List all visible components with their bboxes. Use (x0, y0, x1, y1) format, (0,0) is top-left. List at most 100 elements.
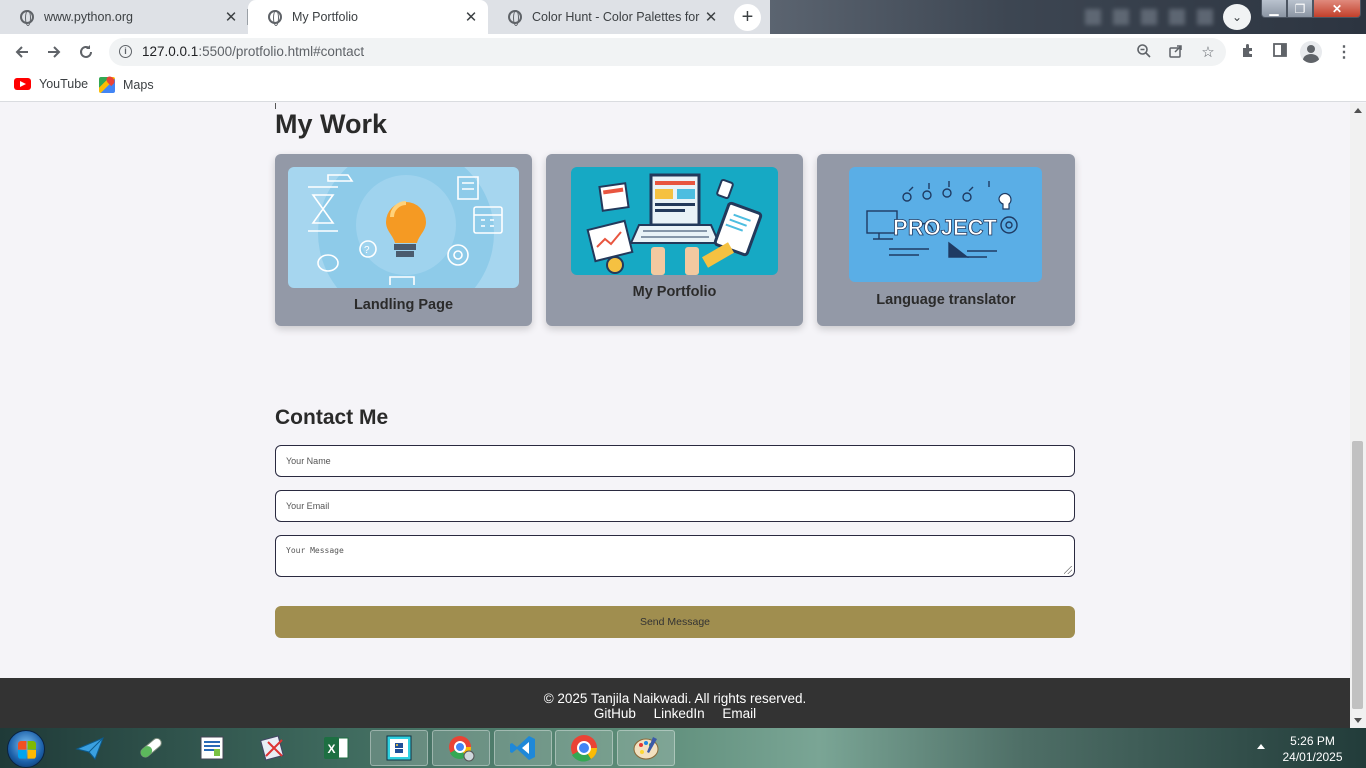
email-placeholder: Your Email (286, 501, 330, 511)
scroll-up-arrow-icon[interactable] (1354, 108, 1362, 113)
copyright-text: © 2025 Tanjila Naikwadi. All rights rese… (543, 691, 807, 706)
project-label: My Portfolio (632, 284, 717, 300)
tab-strip: www.python.org ✕ My Portfolio ✕ Color Hu… (0, 0, 1366, 34)
scissors-app-button[interactable] (244, 730, 302, 766)
back-arrow-icon (15, 46, 28, 58)
new-tab-button[interactable]: + (734, 4, 761, 31)
footer-links: GitHub LinkedIn Email (0, 706, 1350, 721)
laptop-workspace-illustration (571, 167, 778, 275)
site-info-icon[interactable]: i (119, 45, 132, 58)
clock-date: 24/01/2025 (1282, 750, 1343, 764)
tab-my-portfolio[interactable]: My Portfolio ✕ (248, 0, 488, 34)
bookmark-label: YouTube (39, 77, 89, 91)
contact-me-heading: Contact Me (275, 406, 389, 429)
paper-plane-app-button[interactable] (61, 730, 119, 766)
project-label: Landling Page (353, 297, 454, 313)
menu-kebab-icon[interactable]: ⋮ (1334, 42, 1354, 62)
lightbulb-illustration: ? (288, 167, 519, 288)
close-tab-icon[interactable]: ✕ (702, 8, 720, 26)
name-field[interactable]: Your Name (275, 445, 1075, 477)
page-footer: © 2025 Tanjila Naikwadi. All rights rese… (0, 678, 1350, 728)
zoom-icon[interactable] (1134, 43, 1154, 61)
url-text: 127.0.0.1:5500/protfolio.html#contact (142, 44, 365, 59)
show-hidden-icons-icon[interactable] (1257, 744, 1265, 749)
email-field[interactable]: Your Email (275, 490, 1075, 522)
excel-icon: X (324, 737, 349, 759)
bookmark-label: Maps (123, 78, 154, 92)
document-app-button[interactable] (183, 730, 241, 766)
my-work-heading: My Work (275, 109, 388, 139)
paint-palette-icon (633, 737, 659, 760)
bookmark-youtube[interactable]: YouTube (14, 77, 88, 91)
tab-title: www.python.org (44, 10, 133, 24)
page-scrollbar[interactable] (1350, 103, 1366, 728)
background-window-blur (1085, 9, 1215, 25)
windows-taskbar: X 5:26 PM 24/01/2025 (0, 728, 1366, 768)
svg-text:?: ? (364, 245, 370, 256)
globe-icon (20, 10, 34, 26)
page-viewport: My Work ? Landling Page My Portfolio PRO… (0, 103, 1350, 728)
resize-handle-icon[interactable] (1064, 566, 1072, 574)
forward-button[interactable] (42, 41, 66, 63)
email-link[interactable]: Email (722, 706, 756, 721)
chrome-app-button[interactable] (555, 730, 613, 766)
forward-arrow-icon (48, 46, 61, 58)
maximize-button[interactable]: ❐ (1287, 0, 1313, 18)
scroll-down-arrow-icon[interactable] (1354, 718, 1362, 723)
start-button[interactable] (7, 730, 45, 768)
project-card-landing-page[interactable]: ? Landling Page (275, 154, 532, 326)
back-button[interactable] (10, 41, 34, 63)
paint-app-button[interactable] (617, 730, 675, 766)
project-card-language-translator[interactable]: PROJECT Language translator (817, 154, 1075, 326)
chrome-user-icon (449, 736, 475, 762)
excel-app-button[interactable]: X (307, 730, 365, 766)
profile-avatar-icon[interactable] (1300, 41, 1322, 63)
project-card-my-portfolio[interactable]: My Portfolio (546, 154, 803, 326)
python-idle-app-button[interactable] (370, 730, 428, 766)
tab-search-button[interactable]: ⌄ (1223, 4, 1251, 30)
browser-toolbar: i 127.0.0.1:5500/protfolio.html#contact … (0, 34, 1366, 70)
tab-python[interactable]: www.python.org ✕ (0, 0, 248, 34)
globe-icon (268, 10, 282, 26)
message-placeholder: Your Message (286, 546, 344, 555)
name-placeholder: Your Name (286, 456, 331, 466)
tab-title: My Portfolio (292, 10, 358, 24)
pill-app-button[interactable] (121, 730, 179, 766)
project-banner-illustration: PROJECT (849, 167, 1042, 282)
youtube-icon (14, 78, 31, 90)
bookmark-star-icon[interactable]: ☆ (1198, 43, 1218, 61)
chrome-icon (571, 735, 598, 762)
address-bar[interactable]: i 127.0.0.1:5500/protfolio.html#contact … (109, 38, 1226, 66)
reload-button[interactable] (74, 41, 98, 63)
extensions-icon[interactable] (1238, 42, 1258, 62)
reload-icon (80, 45, 92, 58)
tab-color-hunt[interactable]: Color Hunt - Color Palettes for Designer… (488, 0, 728, 34)
close-window-button[interactable]: ✕ (1313, 0, 1361, 18)
vscode-icon (510, 736, 535, 760)
scrollbar-thumb[interactable] (1352, 441, 1363, 709)
message-textarea[interactable]: Your Message (275, 535, 1075, 577)
close-tab-icon[interactable]: ✕ (462, 8, 480, 26)
pill-icon (140, 737, 162, 758)
bookmark-maps[interactable]: Maps (99, 77, 154, 93)
minimize-button[interactable]: ▁ (1261, 0, 1287, 18)
share-icon[interactable] (1166, 43, 1186, 61)
side-panel-icon[interactable] (1270, 42, 1290, 62)
close-tab-icon[interactable]: ✕ (222, 8, 240, 26)
linkedin-link[interactable]: LinkedIn (654, 706, 705, 721)
globe-icon (508, 10, 522, 26)
bookmarks-bar: YouTube Maps (0, 70, 1366, 102)
chrome-user-app-button[interactable] (432, 730, 490, 766)
vscode-app-button[interactable] (494, 730, 552, 766)
tab-title: Color Hunt - Color Palettes for Designer… (532, 10, 702, 24)
system-clock[interactable]: 5:26 PM 24/01/2025 (1270, 733, 1355, 765)
paper-plane-icon (75, 737, 104, 760)
python-idle-icon (386, 735, 412, 761)
scissors-icon (260, 735, 284, 761)
github-link[interactable]: GitHub (594, 706, 636, 721)
svg-text:X: X (327, 742, 335, 756)
document-icon (200, 736, 224, 760)
clock-time: 5:26 PM (1290, 734, 1335, 748)
send-message-button[interactable]: Send Message (275, 606, 1075, 638)
svg-text:PROJECT: PROJECT (893, 215, 997, 240)
